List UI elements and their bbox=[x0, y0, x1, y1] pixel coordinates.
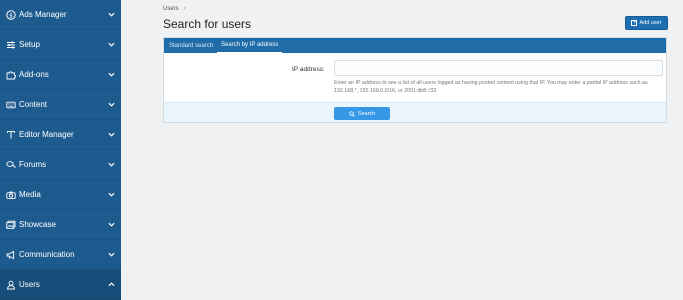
chevron-up-icon[interactable] bbox=[105, 280, 117, 290]
sidebar-item-label: Forums bbox=[19, 160, 47, 169]
search-icon bbox=[349, 110, 355, 117]
chevron-down-icon[interactable] bbox=[105, 100, 117, 110]
images-icon bbox=[5, 219, 16, 230]
sidebar-item-label: Setup bbox=[19, 40, 40, 49]
tab-search-by-ip[interactable]: Search by IP address bbox=[217, 38, 283, 53]
chevron-right-icon: › bbox=[183, 6, 186, 12]
puzzle-icon bbox=[5, 69, 16, 80]
sidebar-item-add-ons[interactable]: Add-ons bbox=[0, 60, 121, 90]
camera-icon bbox=[5, 189, 16, 200]
ip-address-input[interactable] bbox=[334, 60, 663, 76]
sidebar-item-editor-manager[interactable]: Editor Manager bbox=[0, 120, 121, 150]
sidebar: $ Ads Manager Setup Add-ons Content Edit… bbox=[0, 0, 121, 300]
sidebar-item-communication[interactable]: Communication bbox=[0, 240, 121, 270]
breadcrumb-link-users[interactable]: Users bbox=[163, 6, 179, 12]
svg-text:$: $ bbox=[9, 12, 13, 19]
megaphone-icon bbox=[5, 249, 16, 260]
tab-bar: Standard search Search by IP address bbox=[164, 38, 666, 53]
sidebar-item-label: Add-ons bbox=[19, 70, 49, 79]
ip-address-hint: Enter an IP address to see a list of all… bbox=[334, 80, 648, 94]
sidebar-item-forums[interactable]: Forums bbox=[0, 150, 121, 180]
keyboard-icon bbox=[5, 99, 16, 110]
sidebar-item-setup[interactable]: Setup bbox=[0, 30, 121, 60]
chevron-down-icon[interactable] bbox=[105, 130, 117, 140]
chevron-down-icon[interactable] bbox=[105, 190, 117, 200]
add-user-label: Add user bbox=[639, 20, 662, 26]
sidebar-item-media[interactable]: Media bbox=[0, 180, 121, 210]
breadcrumb: Users › bbox=[163, 6, 186, 12]
sidebar-item-label: Ads Manager bbox=[19, 10, 67, 19]
sliders-icon bbox=[5, 39, 16, 50]
sidebar-item-label: Editor Manager bbox=[19, 130, 74, 139]
main-content: Users › Search for users + Add user Stand… bbox=[121, 0, 683, 300]
comments-icon bbox=[5, 159, 16, 170]
sidebar-item-label: Media bbox=[19, 190, 41, 199]
tab-standard-search[interactable]: Standard search bbox=[165, 38, 217, 53]
dollar-circle-icon: $ bbox=[5, 9, 16, 20]
chevron-down-icon[interactable] bbox=[105, 10, 117, 20]
sidebar-item-label: Content bbox=[19, 100, 48, 109]
sidebar-item-users[interactable]: Users bbox=[0, 270, 121, 300]
ip-address-label: IP address: bbox=[292, 66, 325, 73]
sidebar-item-label: Showcase bbox=[19, 220, 56, 229]
form-footer: Search bbox=[164, 102, 666, 122]
sidebar-item-label: Communication bbox=[19, 250, 75, 259]
chevron-down-icon[interactable] bbox=[105, 250, 117, 260]
plus-square-icon: + bbox=[631, 19, 638, 26]
search-button[interactable]: Search bbox=[334, 107, 390, 120]
chevron-down-icon[interactable] bbox=[105, 40, 117, 50]
sidebar-item-showcase[interactable]: Showcase bbox=[0, 210, 121, 240]
sidebar-item-label: Users bbox=[19, 280, 40, 289]
chevron-down-icon[interactable] bbox=[105, 220, 117, 230]
editor-icon bbox=[5, 129, 16, 140]
search-panel: Standard search Search by IP address IP … bbox=[163, 37, 667, 123]
chevron-down-icon[interactable] bbox=[105, 70, 117, 80]
chevron-down-icon[interactable] bbox=[105, 160, 117, 170]
search-label: Search bbox=[357, 110, 376, 117]
sidebar-item-ads-manager[interactable]: $ Ads Manager bbox=[0, 0, 121, 30]
user-icon bbox=[5, 279, 16, 290]
add-user-button[interactable]: + Add user bbox=[625, 16, 668, 30]
sidebar-item-content[interactable]: Content bbox=[0, 90, 121, 120]
page-title: Search for users bbox=[163, 17, 252, 31]
